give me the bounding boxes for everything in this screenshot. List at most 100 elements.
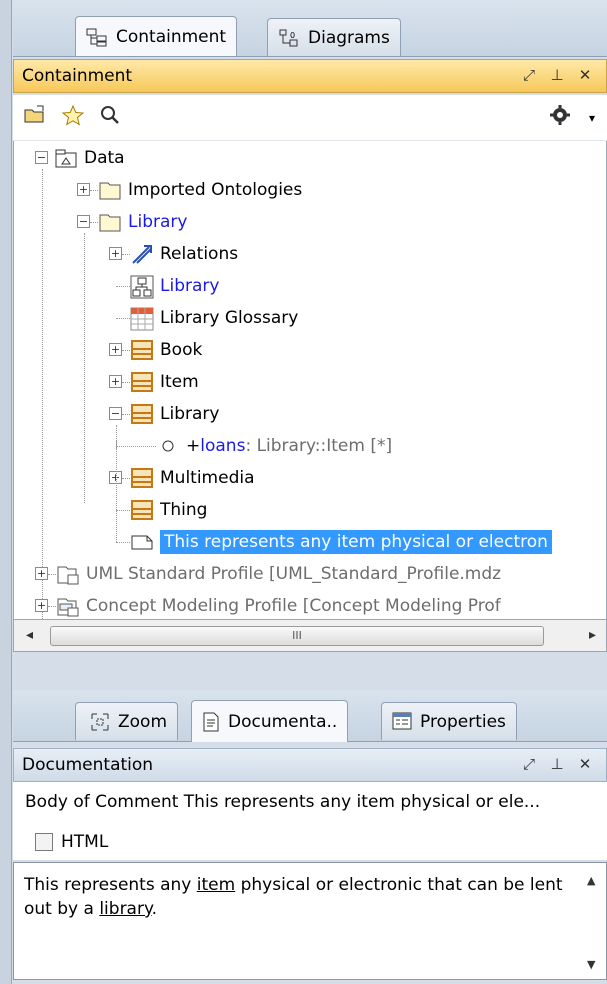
tree-node-label: Thing	[160, 500, 208, 520]
tree-node-comment[interactable]: This represents any item physical or ele…	[130, 526, 552, 558]
html-checkbox[interactable]	[35, 833, 53, 851]
documentation-element-title: Body of Comment This represents any item…	[13, 782, 607, 824]
tree-node-imported-ontologies[interactable]: Imported Ontologies	[98, 174, 302, 206]
doc-link-library[interactable]: library	[99, 899, 151, 919]
containment-panel-header: Containment ⤢ ⊥ ✕	[13, 59, 607, 93]
document-icon	[202, 712, 220, 732]
tree-node-label: Imported Ontologies	[128, 180, 303, 200]
tree-node-label: UML Standard Profile [UML_Standard_Profi…	[86, 564, 502, 584]
tab-properties[interactable]: Properties	[381, 702, 517, 740]
scroll-right-icon[interactable]: ▸	[589, 627, 596, 643]
tree-node-book[interactable]: Book	[130, 334, 202, 366]
zoom-icon	[90, 712, 110, 732]
settings-gear-icon[interactable]	[549, 104, 571, 131]
class-icon	[130, 467, 154, 489]
search-icon[interactable]	[99, 104, 121, 131]
collapse-toggle[interactable]: −	[35, 151, 48, 164]
tree-node-label: Data	[84, 148, 125, 168]
expand-toggle[interactable]: +	[77, 183, 90, 196]
relations-icon	[130, 243, 154, 265]
expand-toggle[interactable]: +	[109, 247, 122, 260]
collapse-toggle[interactable]: −	[77, 215, 90, 228]
doc-link-item[interactable]: item	[197, 875, 235, 895]
doc-text-part: This represents any	[24, 875, 197, 895]
tree-node-loans-property[interactable]: + loans : Library::Item [*]	[160, 430, 392, 462]
class-icon	[130, 339, 154, 361]
scroll-left-icon[interactable]: ◂	[26, 627, 33, 643]
tree-node-uml-standard-profile[interactable]: UML Standard Profile [UML_Standard_Profi…	[56, 558, 501, 590]
tree-node-library-diagram[interactable]: Library	[130, 270, 219, 302]
undock-icon[interactable]: ⤢	[522, 755, 536, 773]
open-folder-icon[interactable]	[23, 104, 47, 131]
package-icon	[54, 147, 78, 169]
tree-node-data[interactable]: Data	[54, 142, 125, 174]
class-diagram-icon	[130, 275, 154, 299]
html-checkbox-label: HTML	[61, 832, 109, 852]
tree-node-thing[interactable]: Thing	[130, 494, 207, 526]
window-frame-left	[0, 0, 12, 984]
class-icon	[130, 499, 154, 521]
top-tab-bar: Containment 0 Diagrams	[13, 0, 607, 57]
doc-vertical-scrollbar[interactable]: ▲ ▼	[579, 862, 605, 980]
html-checkbox-row[interactable]: HTML	[13, 824, 607, 860]
pin-icon[interactable]: ⊥	[550, 66, 564, 84]
tab-containment[interactable]: Containment	[75, 16, 238, 56]
scroll-down-icon[interactable]: ▼	[587, 958, 595, 971]
panel-title: Containment	[22, 66, 133, 86]
scrollbar-thumb[interactable]: III	[50, 626, 544, 646]
tab-documentation[interactable]: Documenta..	[191, 700, 349, 742]
favorite-star-icon[interactable]	[61, 104, 85, 131]
tab-zoom[interactable]: Zoom	[75, 702, 179, 740]
diagrams-icon: 0	[278, 28, 300, 48]
comment-icon	[130, 531, 154, 553]
property-name: loans	[200, 436, 246, 456]
folder-icon	[98, 211, 122, 233]
containment-tree-icon	[86, 27, 108, 47]
tree-node-library-glossary[interactable]: Library Glossary	[130, 302, 298, 334]
profile-icon	[56, 563, 80, 585]
tree-node-multimedia[interactable]: Multimedia	[130, 462, 255, 494]
expand-toggle[interactable]: +	[109, 375, 122, 388]
tree-node-label: Multimedia	[160, 468, 255, 488]
expand-toggle[interactable]: +	[35, 567, 48, 580]
containment-tree: − Data + Imported Ontologies − Library +…	[13, 141, 607, 620]
tab-label: Containment	[116, 26, 227, 47]
tree-horizontal-scrollbar[interactable]: ◂ III ▸	[13, 620, 607, 652]
tree-node-library-package[interactable]: Library	[98, 206, 187, 238]
close-icon[interactable]: ✕	[578, 66, 592, 84]
close-icon[interactable]: ✕	[578, 755, 592, 773]
expand-toggle[interactable]: +	[109, 343, 122, 356]
tree-node-label: Concept Modeling Profile [Concept Modeli…	[86, 596, 501, 616]
tree-node-library-class[interactable]: Library	[130, 398, 219, 430]
panel-title: Documentation	[22, 755, 154, 775]
bottom-tab-bar: Zoom Documenta.. Properties	[13, 690, 607, 742]
property-visibility: +	[186, 436, 201, 456]
tree-node-label: Relations	[160, 244, 239, 264]
settings-dropdown-icon[interactable]: ▾	[589, 111, 595, 125]
tree-node-relations[interactable]: Relations	[130, 238, 238, 270]
expand-toggle[interactable]: +	[35, 599, 48, 612]
tree-node-label: This represents any item physical or ele…	[160, 530, 552, 554]
undock-icon[interactable]: ⤢	[522, 66, 536, 84]
glossary-table-icon	[130, 307, 154, 331]
tree-node-label: Book	[160, 340, 203, 360]
tree-node-item[interactable]: Item	[130, 366, 199, 398]
documentation-text-area[interactable]: This represents any item physical or ele…	[13, 862, 607, 980]
pin-icon[interactable]: ⊥	[550, 755, 564, 773]
stereotype-profile-icon	[56, 595, 80, 617]
tab-label: Diagrams	[308, 27, 390, 48]
tree-node-label: Library	[160, 404, 220, 424]
svg-text:0: 0	[290, 31, 295, 40]
tab-diagrams[interactable]: 0 Diagrams	[267, 18, 401, 56]
property-icon	[160, 435, 176, 457]
tab-label: Properties	[420, 711, 506, 732]
tree-node-label: Library Glossary	[160, 308, 299, 328]
folder-icon	[98, 179, 122, 201]
class-icon	[130, 371, 154, 393]
property-type: : Library::Item [*]	[245, 436, 393, 456]
tab-label: Zoom	[118, 711, 168, 732]
collapse-toggle[interactable]: −	[109, 407, 122, 420]
tab-label: Documenta..	[228, 711, 338, 732]
tree-node-concept-modeling-profile[interactable]: Concept Modeling Profile [Concept Modeli…	[56, 590, 501, 619]
scroll-up-icon[interactable]: ▲	[587, 874, 595, 887]
